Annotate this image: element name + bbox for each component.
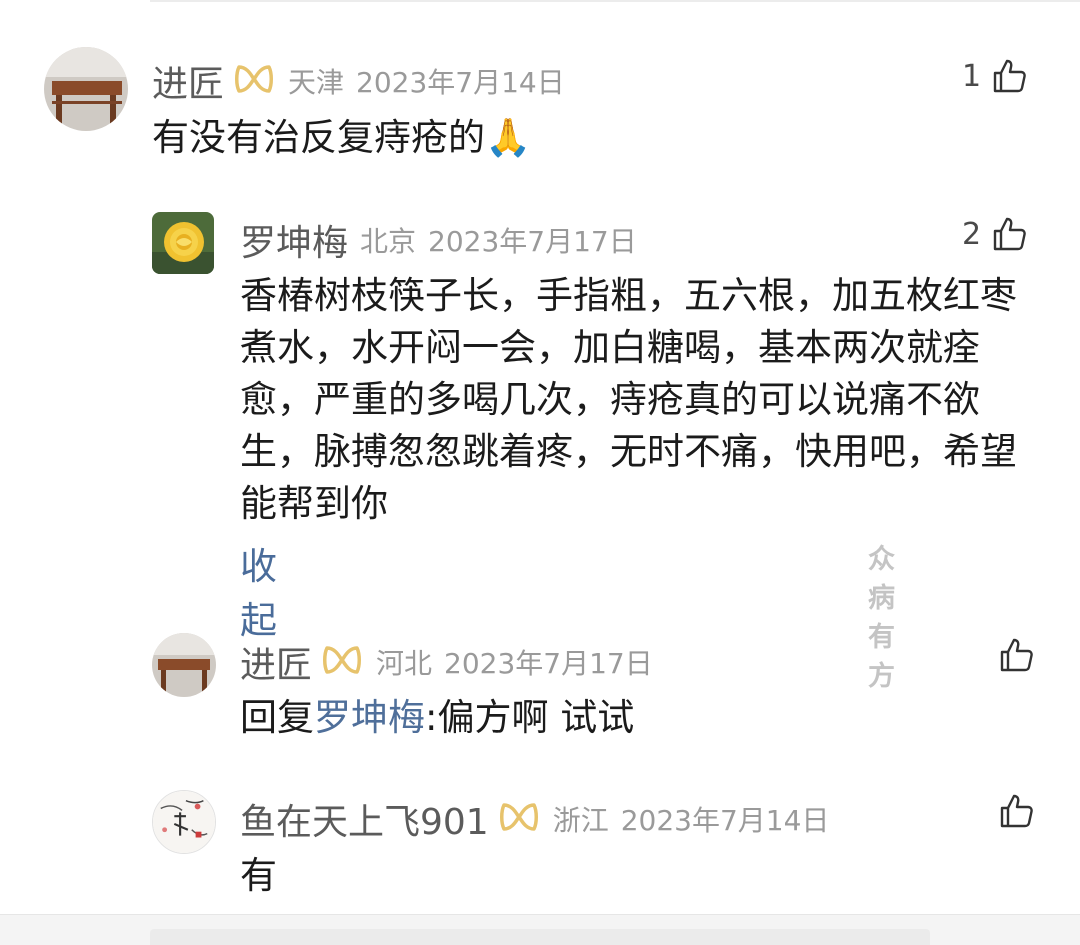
bottom-input-bar xyxy=(0,914,1080,945)
mention-link[interactable]: 罗坤梅 xyxy=(314,696,425,739)
comment-input-field[interactable] xyxy=(150,929,930,945)
date: 2023年7月17日 xyxy=(428,225,637,258)
thumbs-up-icon xyxy=(991,216,1027,252)
vip-badge-icon xyxy=(499,801,539,837)
like-button[interactable]: 2 xyxy=(962,216,1027,252)
date: 2023年7月14日 xyxy=(620,804,830,837)
comment-meta: 进匠 河北 2023年7月17日 xyxy=(240,636,653,688)
top-divider xyxy=(150,0,1080,2)
avatar[interactable] xyxy=(152,633,216,697)
comment-meta: 鱼在天上飞901 浙江 2023年7月14日 xyxy=(240,793,829,845)
reply-text: :偏方啊 试试 xyxy=(425,696,635,739)
thumbs-up-icon xyxy=(998,793,1034,829)
thumbs-up-icon xyxy=(998,637,1034,673)
collapse-link[interactable]: 收起 xyxy=(240,536,277,644)
vip-badge-icon xyxy=(322,644,362,680)
like-count: 2 xyxy=(962,216,982,252)
username[interactable]: 鱼在天上飞901 xyxy=(240,793,489,845)
avatar[interactable] xyxy=(152,212,214,274)
username[interactable]: 罗坤梅 xyxy=(240,214,348,266)
comment-text: 有 xyxy=(240,854,277,897)
comment-meta: 进匠 天津 2023年7月14日 xyxy=(152,55,565,107)
location: 浙江 xyxy=(552,804,609,837)
like-button[interactable] xyxy=(998,637,1034,673)
reply-prefix: 回复 xyxy=(240,696,314,739)
like-button[interactable]: 1 xyxy=(962,58,1027,94)
thumbs-up-icon xyxy=(991,58,1027,94)
comment-text: 香椿树枝筷子长，手指粗，五六根，加五枚红枣煮水，水开闷一会，加白糖喝，基本两次就… xyxy=(240,274,1017,525)
date: 2023年7月14日 xyxy=(356,66,565,99)
watermark: 众病有方 xyxy=(868,544,896,692)
avatar[interactable] xyxy=(44,47,128,131)
location: 河北 xyxy=(376,647,433,680)
like-button[interactable] xyxy=(998,793,1034,829)
comment-text: 回复罗坤梅:偏方啊 试试 xyxy=(240,692,1040,744)
avatar[interactable] xyxy=(152,790,216,854)
username[interactable]: 进匠 xyxy=(152,55,224,107)
date: 2023年7月17日 xyxy=(444,647,653,680)
like-count: 1 xyxy=(962,58,982,94)
location: 天津 xyxy=(288,66,345,99)
username[interactable]: 进匠 xyxy=(240,636,312,688)
location: 北京 xyxy=(360,225,417,258)
comment-meta: 罗坤梅 北京 2023年7月17日 xyxy=(240,214,637,266)
comment-text: 有没有治反复痔疮的🙏 xyxy=(152,116,532,159)
vip-badge-icon xyxy=(234,63,274,99)
